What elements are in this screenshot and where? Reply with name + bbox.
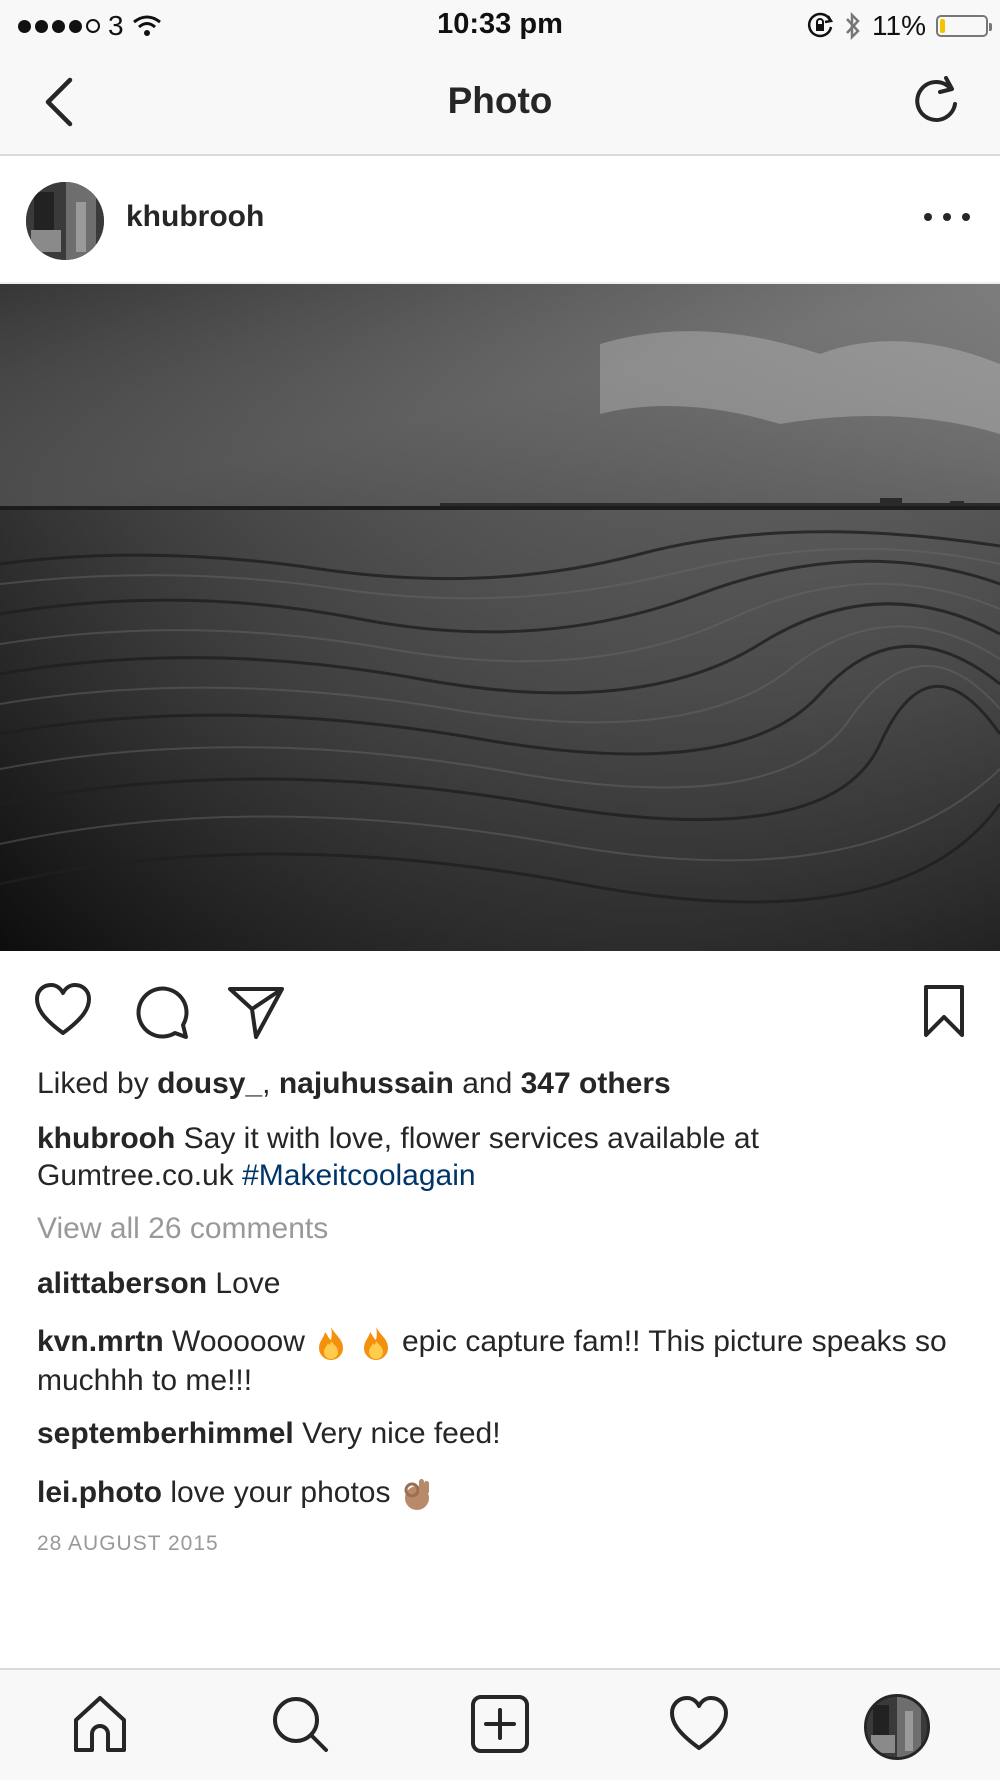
liker-link[interactable]: najuhussain — [279, 1067, 454, 1100]
tab-search[interactable] — [268, 1692, 332, 1756]
status-right: 11% — [806, 8, 992, 44]
bookmark-button[interactable] — [914, 981, 974, 1041]
more-horizontal-icon — [924, 213, 932, 221]
comment-item: alittaberson Love — [37, 1264, 957, 1303]
post-username[interactable]: khubrooh — [126, 200, 264, 234]
fire-emoji — [363, 1327, 388, 1361]
likes-separator: , — [262, 1067, 271, 1100]
fire-emoji — [319, 1327, 344, 1361]
comment-username[interactable]: septemberhimmel — [37, 1417, 294, 1450]
comment-text: Very nice feed! — [302, 1417, 501, 1450]
likes-line: Liked by dousy_, najuhussain and 347 oth… — [37, 1067, 671, 1101]
like-button[interactable] — [33, 981, 93, 1041]
refresh-icon — [915, 76, 957, 122]
comment-icon — [136, 986, 189, 1039]
battery-fill — [940, 19, 945, 33]
comment-item: lei.photo love your photos — [37, 1473, 957, 1512]
likes-count-link[interactable]: 347 others — [521, 1067, 671, 1100]
share-icon — [228, 987, 284, 1039]
comment-item: kvn.mrtn Wooooow epic capture fam!! This… — [37, 1322, 957, 1400]
post-date: 28 AUGUST 2015 — [37, 1532, 219, 1555]
refresh-button[interactable] — [906, 72, 966, 132]
caption-username[interactable]: khubrooh — [37, 1122, 175, 1155]
add-post-icon — [471, 1695, 529, 1753]
comment-username[interactable]: kvn.mrtn — [37, 1325, 164, 1358]
profile-avatar — [867, 1697, 927, 1757]
tab-home[interactable] — [68, 1692, 132, 1756]
liker-link[interactable]: dousy_ — [157, 1067, 262, 1100]
search-icon — [273, 1697, 328, 1752]
status-bar: 3 10:33 pm 11% — [0, 0, 1000, 52]
activity-heart-icon — [670, 1696, 728, 1750]
home-icon — [74, 1696, 126, 1752]
comment-text: Love — [215, 1267, 281, 1300]
comment-text: Wooooow — [172, 1325, 305, 1358]
post-actions — [0, 951, 1000, 1071]
caption: khubrooh Say it with love, flower servic… — [37, 1120, 957, 1194]
heart-icon — [35, 983, 91, 1035]
post-photo[interactable] — [0, 284, 1000, 951]
page-title: Photo — [447, 80, 553, 121]
hashtag-link[interactable]: #Makeitcoolagain — [242, 1159, 475, 1192]
share-button[interactable] — [226, 981, 286, 1041]
nav-bar: Photo — [0, 52, 1000, 156]
comment-username[interactable]: alittaberson — [37, 1267, 207, 1300]
more-options-button[interactable] — [924, 202, 970, 232]
orientation-lock-icon — [807, 12, 834, 38]
battery-icon — [936, 15, 992, 37]
comment-username[interactable]: lei.photo — [37, 1476, 162, 1509]
battery-percent: 11% — [872, 10, 926, 41]
comment-button[interactable] — [131, 981, 191, 1041]
view-all-comments-link[interactable]: View all 26 comments — [37, 1212, 328, 1246]
ok-hand-emoji — [404, 1479, 429, 1511]
bookmark-icon — [924, 985, 964, 1037]
avatar[interactable] — [26, 182, 104, 260]
comment-item: septemberhimmel Very nice feed! — [37, 1414, 957, 1453]
post-header: khubrooh — [0, 156, 1000, 284]
comment-text: love your photos — [170, 1476, 391, 1509]
likes-joiner: and — [462, 1067, 513, 1100]
bluetooth-icon — [846, 11, 860, 41]
tab-bar — [0, 1668, 1000, 1780]
likes-prefix: Liked by — [37, 1067, 149, 1100]
tab-new-post[interactable] — [468, 1692, 532, 1756]
tab-profile[interactable] — [864, 1694, 930, 1760]
tab-activity[interactable] — [667, 1692, 731, 1756]
